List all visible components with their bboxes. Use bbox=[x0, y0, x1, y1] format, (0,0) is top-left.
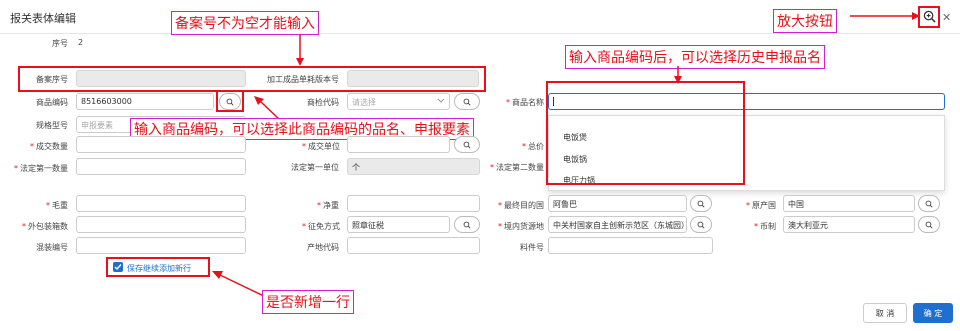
annotation-zoom: 放大按钮 bbox=[773, 9, 837, 33]
gross-weight-label: 毛重 bbox=[24, 200, 68, 211]
deal-unit-input[interactable] bbox=[347, 136, 450, 153]
spec-model-label: 规格型号 bbox=[36, 121, 68, 130]
deal-qty-label: 成交数量 bbox=[20, 141, 68, 152]
spec-placeholder: 申报要素 bbox=[81, 121, 113, 130]
search-icon bbox=[925, 200, 933, 208]
origin-area-code-input[interactable] bbox=[347, 237, 480, 254]
origin-area-code-label: 产地代码 bbox=[307, 243, 339, 252]
legal-first-unit-label: 法定第一单位 bbox=[291, 163, 339, 172]
annotation-history-name: 输入商品编码后，可以选择历史申报品名 bbox=[565, 45, 825, 69]
origin-search-button[interactable] bbox=[918, 195, 940, 212]
legal-first-qty-input[interactable] bbox=[76, 158, 246, 175]
tax-mode-input[interactable]: 照章征税 bbox=[347, 216, 450, 233]
seq-value: 2 bbox=[78, 38, 84, 47]
inspection-code-label: 商检代码 bbox=[307, 98, 339, 107]
net-weight-label: 净重 bbox=[295, 200, 339, 211]
part-no-label: 料件号 bbox=[520, 243, 544, 252]
goods-code-label: 商品编码 bbox=[36, 98, 68, 107]
search-icon bbox=[463, 221, 471, 229]
tax-mode-label: 征免方式 bbox=[290, 221, 340, 232]
cancel-button[interactable]: 取 消 bbox=[863, 303, 907, 323]
legal-first-unit-value: 个 bbox=[347, 158, 480, 175]
currency-search-button[interactable] bbox=[918, 216, 940, 233]
domestic-source-search-button[interactable] bbox=[690, 216, 712, 233]
mixed-code-input[interactable] bbox=[76, 237, 246, 254]
close-icon[interactable]: ✕ bbox=[942, 11, 951, 24]
processed-version-input[interactable] bbox=[347, 70, 479, 87]
inspection-code-select[interactable]: 请选择 bbox=[347, 93, 450, 110]
domestic-source-input[interactable]: 中关村国家自主创新示范区（东城园） bbox=[548, 216, 687, 233]
part-no-input[interactable] bbox=[548, 237, 713, 254]
search-icon bbox=[697, 221, 705, 229]
annotation-arrow-filing bbox=[296, 34, 304, 66]
domestic-source-label: 境内货源地 bbox=[488, 221, 544, 232]
gross-weight-input[interactable] bbox=[76, 195, 246, 212]
legal-first-qty-label: 法定第一数量 bbox=[14, 160, 68, 177]
search-icon bbox=[697, 200, 705, 208]
continue-add-checkbox[interactable] bbox=[113, 262, 123, 272]
destination-search-button[interactable] bbox=[690, 195, 712, 212]
destination-country-label: 最终目的国 bbox=[488, 200, 544, 211]
deal-unit-search-button[interactable] bbox=[454, 136, 480, 153]
inspection-search-button[interactable] bbox=[454, 93, 480, 110]
destination-country-input[interactable]: 阿鲁巴 bbox=[548, 195, 687, 212]
search-icon bbox=[463, 141, 471, 149]
zoom-icon[interactable] bbox=[923, 10, 936, 23]
inspection-placeholder: 请选择 bbox=[352, 98, 376, 107]
net-weight-input[interactable] bbox=[347, 195, 480, 212]
origin-country-input[interactable]: 中国 bbox=[783, 195, 915, 212]
outer-pkg-count-input[interactable] bbox=[76, 216, 246, 233]
chevron-down-icon bbox=[437, 97, 445, 106]
annotation-new-line: 是否新增一行 bbox=[262, 290, 354, 314]
filing-seq-input[interactable] bbox=[76, 70, 246, 87]
filing-seq-label: 备案序号 bbox=[36, 75, 68, 84]
check-icon bbox=[114, 264, 122, 271]
dialog-title: 报关表体编辑 bbox=[10, 12, 76, 25]
origin-country-label: 原产国 bbox=[726, 200, 776, 211]
legal-second-qty-label: 法定第二数量 bbox=[482, 162, 544, 173]
search-icon bbox=[463, 98, 471, 106]
search-icon bbox=[226, 98, 234, 106]
confirm-button[interactable]: 确 定 bbox=[913, 303, 953, 323]
continue-add-label: 保存继续添加新行 bbox=[127, 264, 191, 273]
goods-code-search-button[interactable] bbox=[219, 93, 241, 110]
goods-name-label: 商品名称 bbox=[494, 97, 544, 108]
mixed-code-label: 混装编号 bbox=[36, 243, 68, 252]
deal-qty-input[interactable] bbox=[76, 136, 246, 153]
search-icon bbox=[925, 221, 933, 229]
processed-version-label: 加工成品单耗版本号 bbox=[267, 75, 339, 84]
annotation-arrow-zoom bbox=[850, 12, 920, 20]
seq-label: 序号 bbox=[52, 39, 68, 48]
total-price-label: 总价 bbox=[510, 141, 544, 152]
deal-unit-label: 成交单位 bbox=[290, 141, 340, 152]
tax-mode-search-button[interactable] bbox=[454, 216, 480, 233]
goods-code-input[interactable]: 8516603000 bbox=[76, 93, 214, 110]
outer-pkg-count-label: 外包装箱数 bbox=[14, 221, 68, 232]
currency-input[interactable]: 澳大利亚元 bbox=[783, 216, 915, 233]
annotation-filing-required: 备案号不为空才能输入 bbox=[171, 11, 319, 35]
history-dropdown-highlight bbox=[546, 81, 745, 185]
currency-label: 币制 bbox=[736, 221, 776, 232]
